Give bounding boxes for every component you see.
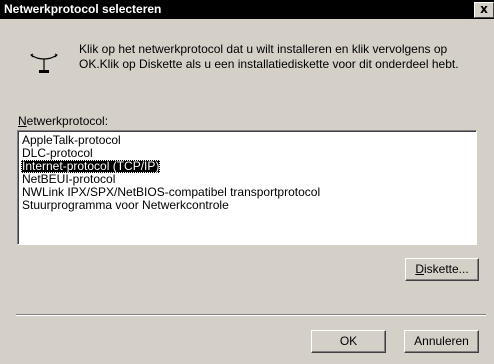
protocol-listbox[interactable]: AppleTalk-protocol DLC-protocol Internet-p… xyxy=(17,130,477,245)
close-icon: x xyxy=(480,2,488,16)
protocol-list-label: Netwerkprotocol: xyxy=(18,114,108,128)
intro-text: Klik op het netwerkprotocol dat u wilt i… xyxy=(79,42,459,71)
ok-button[interactable]: OK xyxy=(311,330,386,353)
protocol-list-label-text: etwerkprotocol: xyxy=(26,114,109,128)
title-bar[interactable]: Netwerkprotocol selecteren x xyxy=(0,0,494,19)
protocol-list-label-accelerator: N xyxy=(18,114,27,128)
cancel-button[interactable]: Annuleren xyxy=(404,330,479,353)
separator xyxy=(16,314,486,316)
close-button[interactable]: x xyxy=(474,2,494,18)
select-network-protocol-dialog: Netwerkprotocol selecteren x Klik op het… xyxy=(0,0,494,364)
diskette-button-accelerator: D xyxy=(415,262,424,276)
network-protocol-icon xyxy=(30,53,58,73)
window-title: Netwerkprotocol selecteren xyxy=(4,2,162,16)
diskette-button-label: iskette... xyxy=(423,262,469,276)
diskette-button[interactable]: Diskette... xyxy=(405,258,479,281)
protocol-list-item[interactable]: Stuurprogramma voor Netwerkcontrole xyxy=(21,199,230,212)
